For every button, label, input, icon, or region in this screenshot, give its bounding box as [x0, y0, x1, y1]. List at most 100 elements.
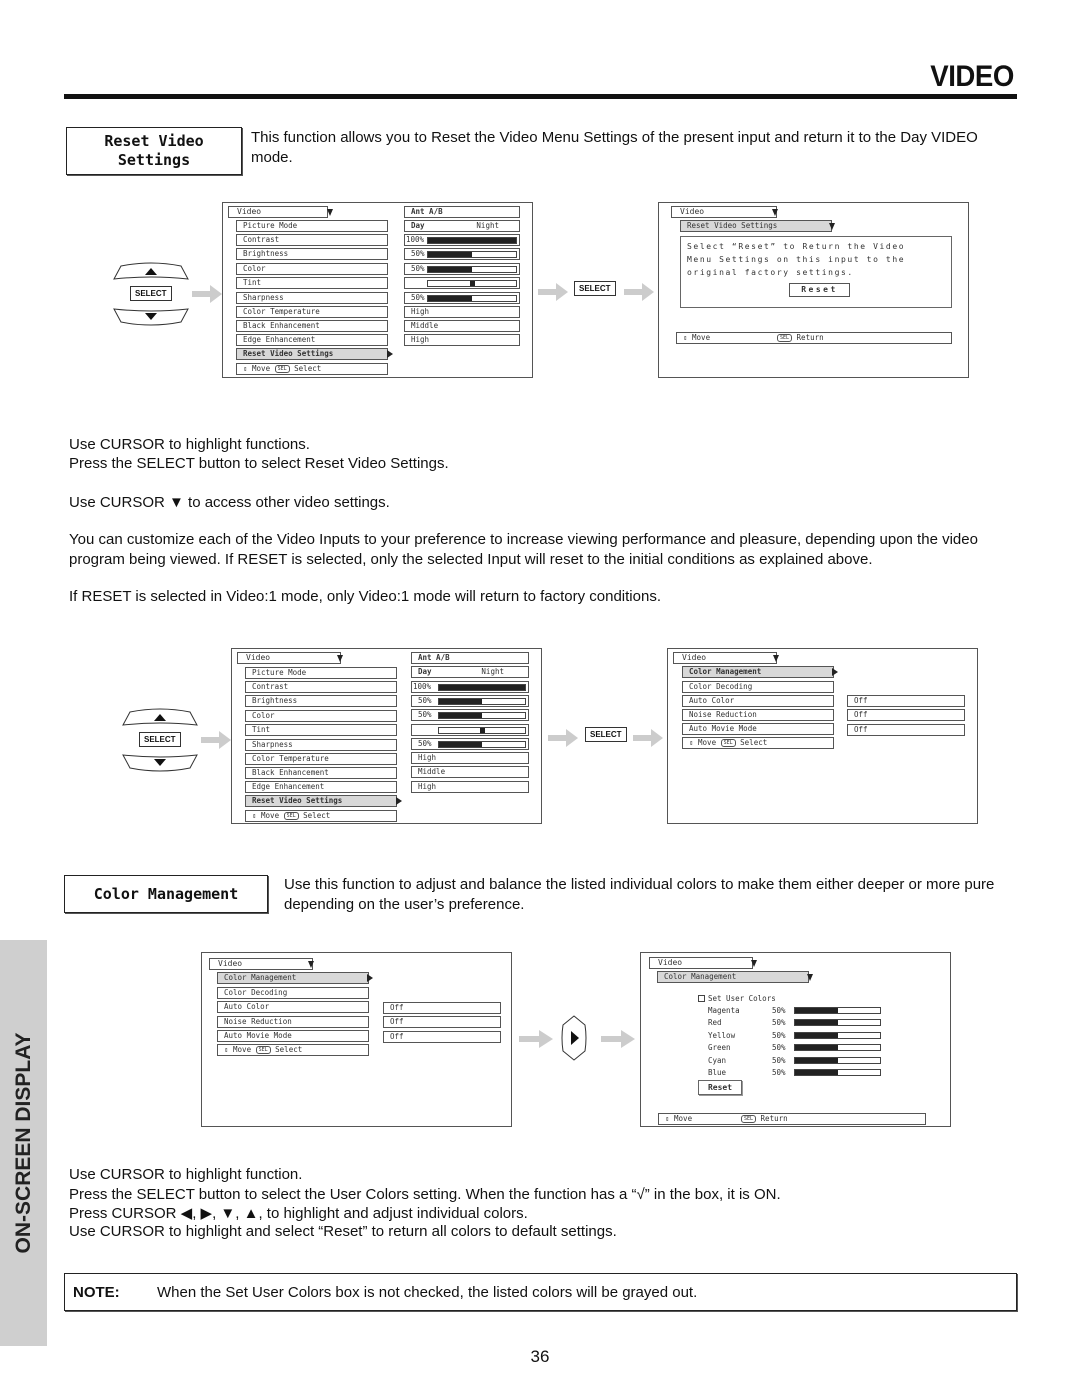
menu-item-color-decoding[interactable]: Color Decoding — [217, 987, 369, 999]
menu-item-contrast[interactable]: Contrast — [245, 681, 397, 693]
brightness-bar — [427, 251, 517, 258]
color-temperature-value[interactable]: High — [411, 752, 529, 764]
menu-item-picture-mode[interactable]: Picture Mode — [245, 667, 397, 679]
select-button[interactable]: SELECT — [130, 286, 172, 301]
color-slider[interactable]: 50% — [404, 263, 520, 275]
menu-item-auto-color[interactable]: Auto Color — [217, 1001, 369, 1013]
menu-item-edge-enhancement[interactable]: Edge Enhancement — [245, 781, 397, 793]
brightness-slider[interactable]: 50% — [411, 695, 529, 707]
tint-slider[interactable] — [404, 277, 520, 289]
menu-item-color-temperature[interactable]: Color Temperature — [245, 753, 397, 765]
edge-enhancement-value[interactable]: High — [404, 334, 520, 346]
select-button[interactable]: SELECT — [585, 727, 627, 742]
brightness-slider[interactable]: 50% — [404, 248, 520, 260]
color-row-cyan[interactable]: Cyan 50% — [708, 1056, 888, 1067]
color-bar[interactable] — [794, 1069, 881, 1076]
color-row-blue[interactable]: Blue 50% — [708, 1068, 888, 1079]
menu-item-color-management[interactable]: Color Management — [682, 666, 834, 678]
reset-button[interactable]: Reset — [789, 283, 850, 297]
color-row-green[interactable]: Green 50% — [708, 1043, 888, 1054]
menu-item-noise-reduction[interactable]: Noise Reduction — [217, 1016, 369, 1028]
color-bar[interactable] — [794, 1031, 881, 1039]
picture-mode-value[interactable]: Day Night — [411, 666, 529, 678]
sharpness-slider[interactable]: 50% — [404, 292, 520, 304]
gray-arrow-icon — [624, 283, 654, 301]
color-bar[interactable] — [794, 1007, 881, 1014]
set-user-colors-checkbox[interactable]: Set User Colors — [698, 994, 776, 1003]
color-row-yellow[interactable]: Yellow 50% — [708, 1031, 888, 1042]
updown-icon: ⇕ — [252, 811, 257, 820]
menu-item-brightness[interactable]: Brightness — [236, 248, 388, 260]
menu-item-color-decoding[interactable]: Color Decoding — [682, 681, 834, 693]
auto-movie-mode-value[interactable]: Off — [383, 1031, 501, 1043]
menu-item-color[interactable]: Color — [236, 263, 388, 275]
color-name: Yellow — [708, 1030, 736, 1040]
cursor-up-key[interactable] — [113, 262, 189, 280]
cursor-down-key[interactable] — [122, 754, 198, 772]
noise-reduction-value[interactable]: Off — [383, 1016, 501, 1028]
black-enhancement-value[interactable]: Middle — [411, 766, 529, 778]
menu-item-tint[interactable]: Tint — [245, 724, 397, 736]
menu-item-reset-video-settings[interactable]: Reset Video Settings — [236, 348, 388, 360]
picture-mode-value[interactable]: Day Night — [404, 220, 520, 232]
cursor-up-key[interactable] — [122, 708, 198, 726]
menu-item-tint[interactable]: Tint — [236, 277, 388, 289]
color-row-red[interactable]: Red 50% — [708, 1018, 888, 1029]
color-bar[interactable] — [794, 1019, 881, 1027]
menu-item-auto-color[interactable]: Auto Color — [682, 695, 834, 707]
auto-color-value[interactable]: Off — [847, 695, 965, 707]
color-percent: 50% — [772, 1018, 786, 1028]
gray-arrow-icon — [201, 731, 231, 749]
contrast-slider[interactable]: 100% — [404, 234, 520, 246]
tint-slider[interactable] — [411, 724, 529, 736]
auto-color-value[interactable]: Off — [383, 1002, 501, 1014]
menu-item-edge-enhancement[interactable]: Edge Enhancement — [236, 334, 388, 346]
noise-reduction-value[interactable]: Off — [847, 709, 965, 721]
color-bar[interactable] — [794, 1056, 881, 1064]
note-box: NOTE: When the Set User Colors box is no… — [64, 1273, 1017, 1311]
instruction-line: Press the SELECT button to select the Us… — [69, 1186, 781, 1203]
cursor-down-key[interactable] — [113, 308, 189, 326]
auto-movie-mode-value[interactable]: Off — [847, 724, 965, 736]
menu-item-sharpness[interactable]: Sharpness — [245, 739, 397, 751]
menu-footer: ⇕ Move SEL Select — [245, 810, 397, 822]
contrast-slider[interactable]: 100% — [411, 681, 529, 693]
gray-arrow-icon — [601, 1030, 635, 1048]
menu-item-color-management[interactable]: Color Management — [217, 972, 369, 984]
footer-action-label: Select — [740, 738, 768, 747]
color-temperature-value[interactable]: High — [404, 306, 520, 318]
checkbox-icon[interactable] — [698, 995, 705, 1002]
menu-item-noise-reduction[interactable]: Noise Reduction — [682, 709, 834, 721]
footer-action-label: Select — [303, 811, 331, 820]
black-enhancement-value[interactable]: Middle — [404, 320, 520, 332]
color-row-magenta[interactable]: Magenta 50% — [708, 1006, 888, 1017]
updown-icon: ⇕ — [689, 738, 694, 747]
osd-reset-menu: Video Reset Video Settings Select “Reset… — [658, 202, 969, 378]
footer-move-label: Move — [252, 364, 271, 373]
menu-item-brightness[interactable]: Brightness — [245, 695, 397, 707]
menu-item-sharpness[interactable]: Sharpness — [236, 292, 388, 304]
cursor-right-key[interactable] — [561, 1015, 587, 1061]
dropdown-arrow-icon — [308, 961, 314, 968]
color-bar[interactable] — [794, 1044, 881, 1052]
menu-item-contrast[interactable]: Contrast — [236, 234, 388, 246]
menu-item-auto-movie-mode[interactable]: Auto Movie Mode — [217, 1030, 369, 1042]
menu-item-reset-video-settings[interactable]: Reset Video Settings — [245, 795, 397, 807]
menu-item-auto-movie-mode[interactable]: Auto Movie Mode — [682, 723, 834, 735]
reset-button[interactable]: Reset — [698, 1080, 742, 1095]
select-button[interactable]: SELECT — [139, 732, 181, 747]
menu-item-picture-mode[interactable]: Picture Mode — [236, 220, 388, 232]
sharpness-slider[interactable]: 50% — [411, 738, 529, 750]
edge-enhancement-value[interactable]: High — [411, 781, 529, 793]
menu-item-color-temperature[interactable]: Color Temperature — [236, 306, 388, 318]
menu-item-black-enhancement[interactable]: Black Enhancement — [245, 767, 397, 779]
menu-item-black-enhancement[interactable]: Black Enhancement — [236, 320, 388, 332]
menu-item-color[interactable]: Color — [245, 710, 397, 722]
color-percent: 50% — [772, 1043, 786, 1053]
submenu-arrow-icon — [367, 974, 373, 982]
select-button[interactable]: SELECT — [574, 281, 616, 296]
color-name: Magenta — [708, 1006, 740, 1015]
menu-title: Video — [671, 206, 777, 218]
color-bar — [427, 266, 517, 273]
color-slider[interactable]: 50% — [411, 709, 529, 721]
